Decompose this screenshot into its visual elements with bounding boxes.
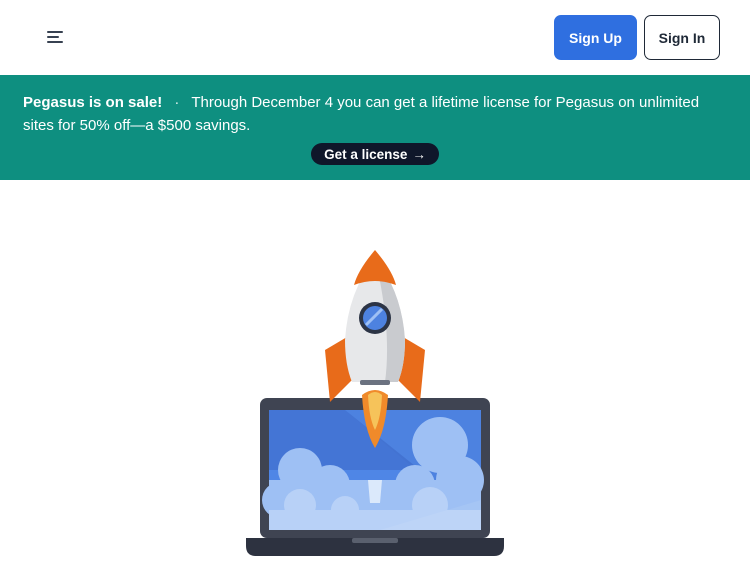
banner-title: Pegasus is on sale! [23, 94, 163, 111]
banner-separator: · [174, 94, 180, 111]
sale-banner: Pegasus is on sale! · Through December 4… [0, 75, 750, 180]
arrow-right-icon: → [412, 146, 426, 162]
sign-up-button[interactable]: Sign Up [554, 15, 637, 60]
site-header: Sign Up Sign In [0, 0, 750, 75]
banner-text: Pegasus is on sale! · Through December 4… [23, 91, 727, 137]
hamburger-menu-icon [47, 31, 63, 43]
sign-in-button[interactable]: Sign In [644, 15, 720, 60]
rocket-laptop-illustration [246, 250, 504, 556]
get-license-button[interactable]: Get a license → [311, 143, 439, 165]
get-license-label: Get a license [324, 146, 408, 162]
hero-section [0, 180, 750, 563]
menu-toggle[interactable] [40, 22, 70, 52]
